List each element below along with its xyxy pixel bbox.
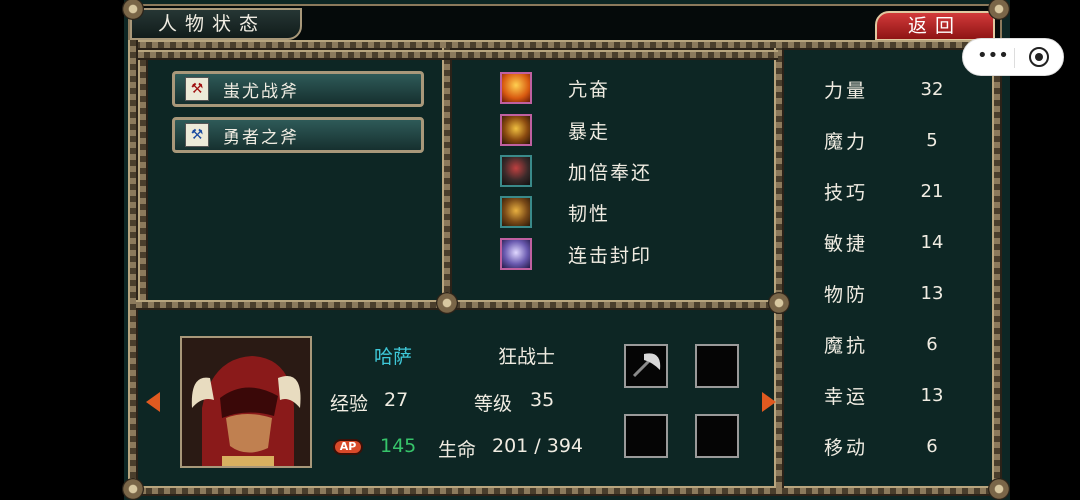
stat-label: 幸运 [824,385,869,408]
skill-item-4[interactable]: 韧性 [500,194,610,230]
stat-skill: 技巧 21 [824,176,964,206]
equipment-label: 蚩尤战斧 [223,81,299,102]
character-class: 狂战士 [498,346,556,368]
close-miniprogram-icon[interactable] [1029,47,1049,67]
dark-knight-icon [500,155,532,187]
equipment-item-2[interactable]: ⚒ 勇者之斧 [172,117,424,153]
blue-axe-icon: ⚒ [185,123,209,147]
skill-item-1[interactable]: 亢奋 [500,70,610,106]
frame-bottom [128,486,1002,496]
stat-label: 力量 [824,79,869,102]
miniprogram-capsule: ••• [962,38,1064,76]
frame-right [992,40,1002,496]
corner-ornament [988,478,1010,500]
equipment-item-1[interactable]: ⚒ 蚩尤战斧 [172,71,424,107]
equip-slot-3[interactable] [624,414,668,458]
corner-ornament [988,0,1010,20]
stat-label: 技巧 [824,181,869,204]
stat-value: 21 [920,180,944,202]
stat-value: 14 [920,231,944,253]
exp-label: 经验 [330,393,369,415]
skill-item-2[interactable]: 暴走 [500,112,610,148]
stat-label: 敏捷 [824,232,869,255]
game-screen: 人物状态 返回 ⚒ 蚩尤战斧 ⚒ 勇者之斧 亢奋 暴走 加倍奉还 韧性 连击封印… [122,0,1010,500]
frame-top [128,40,1002,50]
hp-label: 生命 [438,439,477,461]
ap-badge: AP [333,439,363,455]
capsule-divider [1014,48,1015,68]
hp-value: 201 / 394 [492,435,584,457]
purple-warrior-icon [500,238,532,270]
divider-equip-skill [442,48,452,310]
back-button[interactable]: 返回 [875,11,995,41]
stat-label: 移动 [824,436,869,459]
equip-slot-4[interactable] [695,414,739,458]
skill-item-5[interactable]: 连击封印 [500,236,652,272]
ap-value: 145 [380,435,417,457]
next-character-arrow-icon[interactable] [762,392,776,412]
frame-left [128,40,138,496]
stat-luck: 幸运 13 [824,380,964,410]
stat-value: 6 [926,333,938,355]
previous-character-arrow-icon[interactable] [146,392,160,412]
stat-value: 32 [920,78,944,100]
stat-resistance: 魔抗 6 [824,329,964,359]
equip-slot-2[interactable] [695,344,739,388]
stat-value: 13 [920,282,944,304]
corner-ornament [122,478,144,500]
golden-face-icon [500,196,532,228]
stat-strength: 力量 32 [824,74,964,104]
character-portrait [180,336,312,468]
stat-label: 物防 [824,283,869,306]
berserk-face-icon [500,114,532,146]
stat-label: 魔抗 [824,334,869,357]
frame-inner-top [138,50,778,60]
level-label: 等级 [474,393,513,415]
skill-item-3[interactable]: 加倍奉还 [500,153,652,189]
stat-move: 移动 6 [824,431,964,461]
divider-stats [774,48,784,488]
equip-slot-1[interactable] [624,344,668,388]
character-name: 哈萨 [374,346,413,368]
equipment-label: 勇者之斧 [223,127,299,148]
stat-value: 5 [926,129,938,151]
skill-label: 暴走 [568,120,611,143]
stat-agility: 敏捷 14 [824,227,964,257]
skill-label: 加倍奉还 [568,161,653,184]
axe-icon [632,353,661,378]
stat-value: 13 [920,384,944,406]
red-axe-icon: ⚒ [185,77,209,101]
stat-label: 魔力 [824,130,869,153]
skill-label: 韧性 [568,202,611,225]
skill-label: 连击封印 [568,244,653,267]
stat-defense: 物防 13 [824,278,964,308]
stat-value: 6 [926,435,938,457]
exp-value: 27 [384,389,409,411]
fire-warrior-icon [500,72,532,104]
skill-label: 亢奋 [568,78,611,101]
page-title: 人物状态 [130,8,302,40]
level-value: 35 [530,389,555,411]
frame-equip-left [138,50,148,300]
corner-ornament [768,292,790,314]
more-options-icon[interactable]: ••• [977,47,1009,65]
stat-magic: 魔力 5 [824,125,964,155]
corner-ornament [436,292,458,314]
